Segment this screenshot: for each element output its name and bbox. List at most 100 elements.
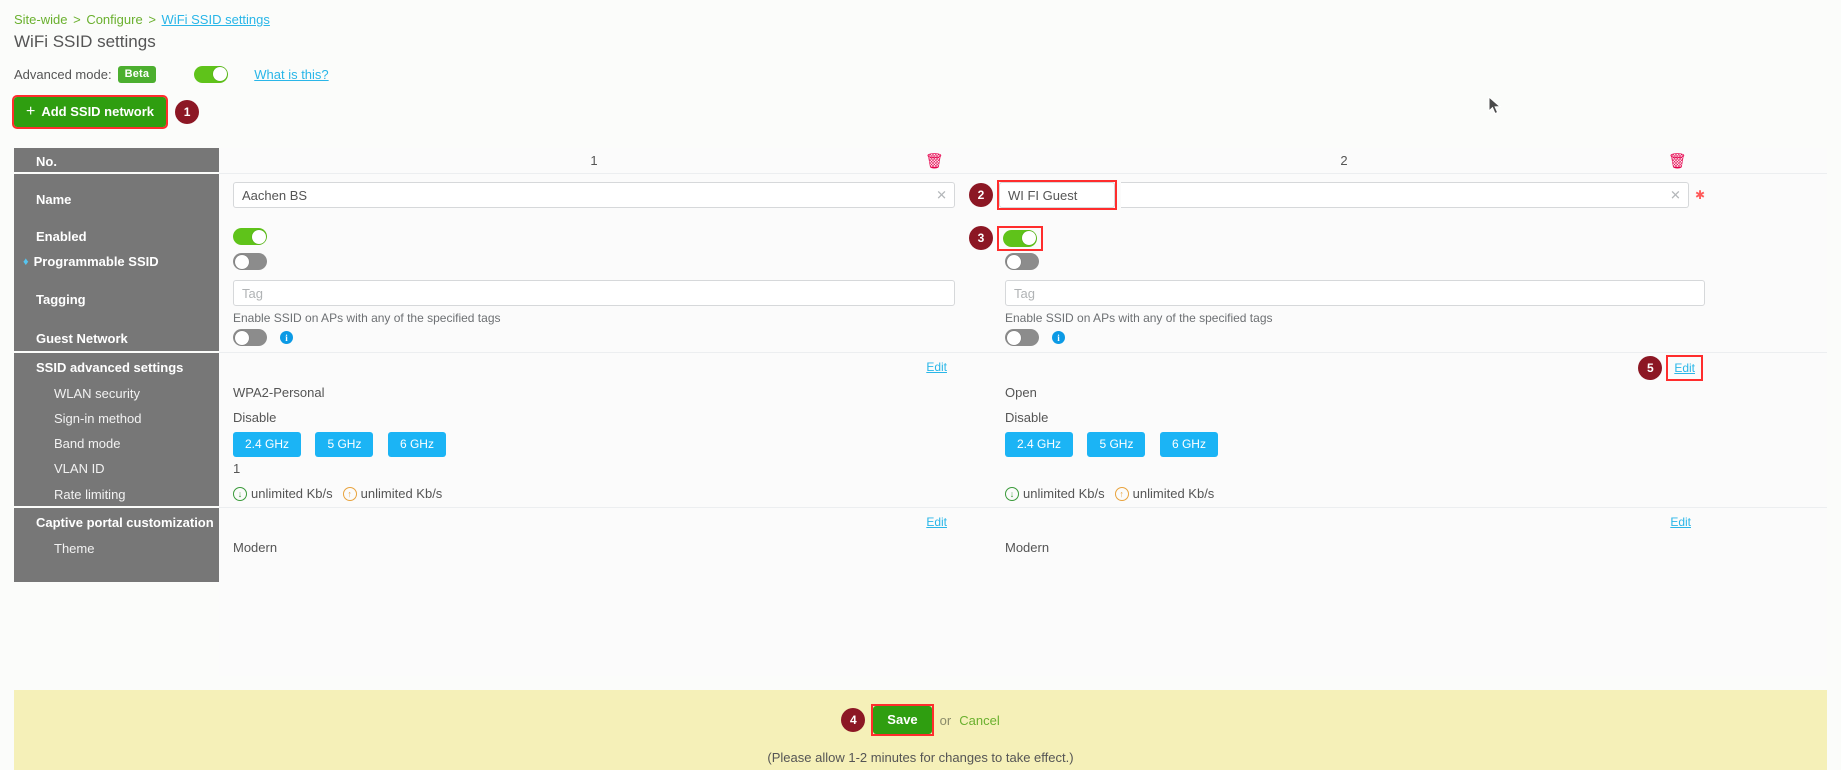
- ssid-name-1-input[interactable]: [233, 182, 955, 208]
- download-arrow-icon-2: ↓: [1005, 486, 1019, 501]
- annotation-badge-1: 1: [175, 100, 200, 124]
- breadcrumb-current[interactable]: WiFi SSID settings: [162, 12, 270, 27]
- sidebar-item-rate-limiting: Rate limiting: [14, 481, 219, 508]
- tag-2-helper: Enable SSID on APs with any of the speci…: [1005, 311, 1273, 325]
- sidebar-label-name: Name: [36, 191, 72, 207]
- column-number-1: 1: [590, 153, 598, 168]
- wlan-security-value-2: Open: [1005, 385, 1037, 400]
- vlan-id-value-1: 1: [233, 461, 241, 476]
- sidebar-block-no: No.: [14, 148, 219, 174]
- band-2-6ghz[interactable]: 6 GHz: [1159, 432, 1218, 457]
- sidebar-item-no: No.: [14, 148, 219, 174]
- ssid-name-2-input[interactable]: [999, 182, 1115, 208]
- band-2-5ghz[interactable]: 5 GHz: [1087, 432, 1146, 457]
- toggle-knob: [1006, 330, 1021, 345]
- row-band-mode: 2.4 GHz 5 GHz 6 GHz 2.4 GHz 5 GHz 6 GHz: [219, 431, 1827, 457]
- save-note: (Please allow 1-2 minutes for changes to…: [767, 750, 1074, 765]
- advanced-mode-toggle[interactable]: [194, 65, 229, 83]
- portal-edit-link-2[interactable]: Edit: [1670, 515, 1691, 529]
- cell-guest-col2: i: [969, 324, 1719, 346]
- row-theme: Modern Modern: [219, 536, 1827, 561]
- band-1-6ghz[interactable]: 6 GHz: [387, 432, 446, 457]
- sidebar-label-tagging: Tagging: [36, 291, 86, 307]
- cell-tagging-col2: Enable SSID on APs with any of the speci…: [969, 274, 1719, 325]
- guest-network-toggle-1[interactable]: [233, 329, 267, 346]
- row-wlan-security: WPA2-Personal Open: [219, 381, 1827, 406]
- ssid-name-2-extension: ✕: [1121, 182, 1689, 208]
- what-is-this-link[interactable]: What is this?: [254, 67, 328, 82]
- sidebar-item-band-mode: Band mode: [14, 431, 219, 456]
- save-button[interactable]: Save: [873, 706, 932, 734]
- advanced-edit-link-1[interactable]: Edit: [926, 360, 947, 374]
- table-sidebar: No. Name Enabled ♦ Programmable SSID Tag…: [14, 148, 219, 584]
- breadcrumb-item-configure[interactable]: Configure: [86, 12, 142, 27]
- row-enabled: 3: [219, 224, 1827, 251]
- signin-method-value-2: Disable: [1005, 410, 1049, 425]
- gem-icon: ♦: [23, 255, 29, 268]
- band-1-5ghz[interactable]: 5 GHz: [315, 432, 374, 457]
- ssid-name-2-field-rest[interactable]: [1121, 182, 1689, 208]
- save-bar: 4 Save or Cancel (Please allow 1-2 minut…: [14, 690, 1827, 770]
- plus-icon: +: [26, 102, 36, 120]
- toggle-knob: [1006, 254, 1021, 269]
- row-advanced-edit: Edit 5 Edit: [219, 353, 1827, 381]
- cell-band-col1: 2.4 GHz 5 GHz 6 GHz: [219, 431, 969, 457]
- cell-advanced-edit-col1: Edit: [219, 353, 969, 381]
- clear-name-1-icon[interactable]: ✕: [936, 189, 947, 202]
- row-programmable-ssid: [219, 249, 1827, 274]
- sidebar-label-signin-method: Sign-in method: [54, 411, 142, 426]
- sidebar-item-vlan-id: VLAN ID: [14, 456, 219, 481]
- sidebar-block-main: Name Enabled ♦ Programmable SSID Tagging…: [14, 174, 219, 353]
- guest-network-toggle-2[interactable]: [1005, 329, 1039, 346]
- cell-band-col2: 2.4 GHz 5 GHz 6 GHz: [969, 431, 1719, 457]
- save-button-highlight: Save: [871, 704, 934, 736]
- row-name: ✕ 2 ✕ ✱: [219, 174, 1827, 224]
- sidebar-label-vlan-id: VLAN ID: [54, 461, 105, 476]
- tag-2-input[interactable]: [1005, 280, 1705, 306]
- guest-network-info-1-icon[interactable]: i: [280, 331, 293, 344]
- toggle-knob: [212, 67, 227, 81]
- required-asterisk: ✱: [1694, 188, 1705, 202]
- enabled-toggle-2-highlight: [997, 225, 1043, 251]
- rate-up-value-1: unlimited Kb/s: [360, 486, 443, 501]
- save-row: 4 Save or Cancel: [841, 704, 1000, 736]
- guest-network-info-2-icon[interactable]: i: [1052, 331, 1065, 344]
- advanced-mode-row: Advanced mode: Beta What is this?: [14, 64, 329, 84]
- breadcrumb-item-site-wide[interactable]: Site-wide: [14, 12, 67, 27]
- sidebar-label-advanced: SSID advanced settings: [36, 359, 184, 375]
- advanced-edit-link-2[interactable]: Edit: [1674, 361, 1695, 375]
- add-ssid-network-button[interactable]: + Add SSID network: [11, 95, 169, 129]
- clear-name-2-icon[interactable]: ✕: [1670, 189, 1681, 202]
- portal-edit-link-1[interactable]: Edit: [926, 515, 947, 529]
- wlan-security-value-1: WPA2-Personal: [233, 385, 325, 400]
- cell-rate-col2: ↓ unlimited Kb/s ↑ unlimited Kb/s: [969, 481, 1719, 501]
- band-1-24ghz[interactable]: 2.4 GHz: [233, 432, 302, 457]
- sidebar-item-tagging: Tagging: [14, 274, 219, 324]
- add-ssid-row: + Add SSID network 1: [11, 95, 200, 129]
- delete-ssid-2-icon[interactable]: 🗑: [1668, 152, 1687, 170]
- enabled-toggle-1[interactable]: [233, 228, 267, 246]
- toggle-knob: [234, 254, 249, 269]
- cell-wlan-col1: WPA2-Personal: [219, 381, 969, 402]
- programmable-ssid-toggle-2[interactable]: [1005, 253, 1039, 271]
- cancel-link[interactable]: Cancel: [959, 713, 999, 728]
- sidebar-item-captive-portal: Captive portal customization: [14, 508, 219, 536]
- delete-ssid-1-icon[interactable]: 🗑: [925, 152, 944, 170]
- enabled-toggle-2[interactable]: [1003, 229, 1037, 247]
- cell-programmable-col2: [969, 249, 1719, 271]
- cell-signin-col1: Disable: [219, 406, 969, 427]
- sidebar-item-guest-network: Guest Network: [14, 324, 219, 353]
- rate-up-value-2: unlimited Kb/s: [1132, 486, 1215, 501]
- programmable-ssid-toggle-1[interactable]: [233, 253, 267, 271]
- sidebar-item-programmable-ssid: ♦ Programmable SSID: [14, 249, 219, 274]
- breadcrumb-separator: >: [73, 12, 81, 27]
- sidebar-label-no: No.: [36, 153, 57, 169]
- band-2-24ghz[interactable]: 2.4 GHz: [1005, 432, 1074, 457]
- rate-down-value-2: unlimited Kb/s: [1023, 486, 1105, 501]
- cell-programmable-col1: [219, 249, 969, 271]
- sidebar-block-advanced: SSID advanced settings WLAN security Sig…: [14, 353, 219, 508]
- row-vlan-id: 1: [219, 456, 1827, 481]
- advanced-mode-label: Advanced mode:: [14, 66, 112, 82]
- tag-1-input[interactable]: [233, 280, 955, 306]
- sidebar-label-band-mode: Band mode: [54, 436, 121, 451]
